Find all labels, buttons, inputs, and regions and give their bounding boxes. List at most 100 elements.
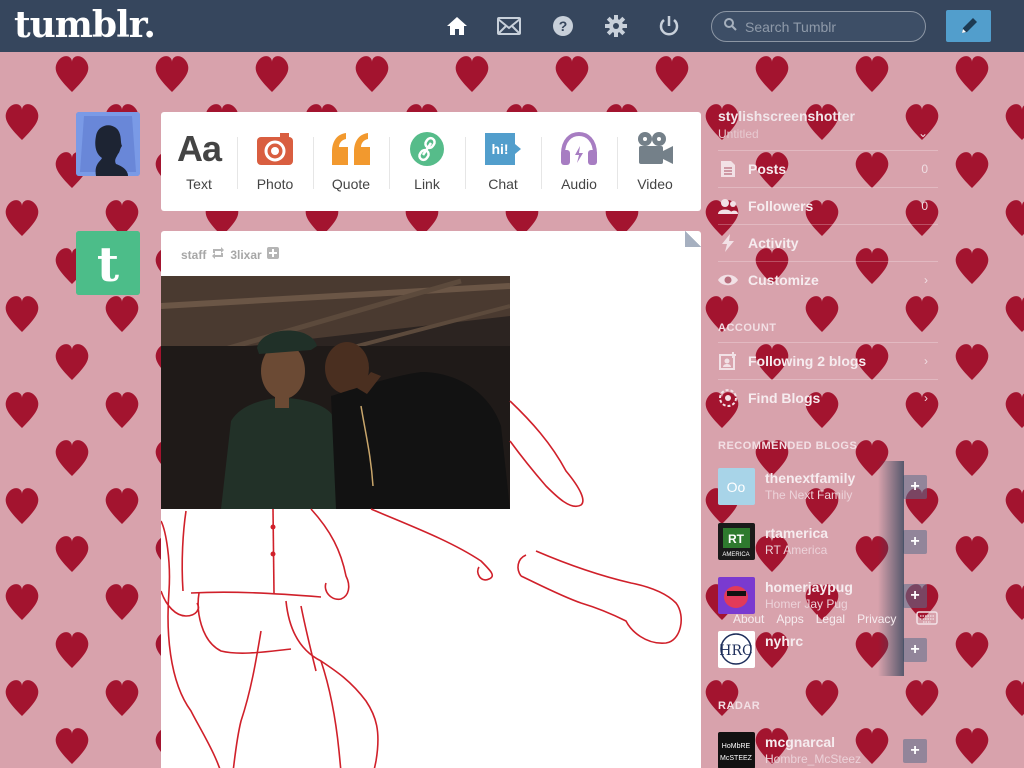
blog-avatar: HRC [718, 631, 755, 668]
tumblr-staff-avatar[interactable]: t [76, 231, 140, 295]
post-type-photo[interactable]: Photo [237, 112, 313, 211]
footer-link-apps[interactable]: Apps [776, 612, 803, 626]
footer-link-about[interactable]: About [733, 612, 764, 626]
follow-button[interactable]: + [903, 475, 927, 499]
radar-heading: RADAR [718, 700, 761, 712]
sidebar-item-label: Customize [748, 272, 819, 288]
chevron-down-icon[interactable]: ⌄ [918, 126, 928, 140]
blog-avatar: RT AMERICA [718, 523, 755, 560]
quote-icon [330, 130, 372, 168]
recommended-heading: RECOMMENDED BLOGS [718, 440, 858, 452]
blog-name: stylishscreenshotter [718, 108, 855, 124]
keyboard-icon[interactable] [916, 611, 938, 630]
radar-blog[interactable]: HoMbRE McSTEEZ mcgnarcal Hombre_McSteez + [718, 732, 938, 768]
sidebar-scrollbar[interactable] [878, 461, 904, 676]
sidebar-item-customize[interactable]: Customize › [718, 261, 938, 298]
post-type-link[interactable]: Link [389, 112, 465, 211]
post-type-label: Audio [561, 176, 597, 192]
help-icon[interactable]: ? [551, 14, 575, 38]
posts-icon [718, 159, 738, 179]
footer-link-privacy[interactable]: Privacy [857, 612, 896, 626]
eye-icon [718, 270, 738, 290]
follow-button[interactable]: + [903, 739, 927, 763]
power-icon[interactable] [657, 14, 681, 38]
post-type-label: Photo [256, 176, 294, 192]
sidebar-item-followers[interactable]: Followers 0 [718, 187, 938, 224]
chevron-right-icon: › [924, 354, 928, 368]
home-icon[interactable] [445, 14, 469, 38]
followers-icon [718, 196, 738, 216]
sidebar-item-label: Posts [748, 161, 787, 177]
chat-icon: hi! [483, 130, 523, 168]
top-header: tumblr. ? [0, 0, 1024, 52]
sidebar-footer: About Apps Legal Privacy [733, 612, 896, 626]
post-type-video[interactable]: Video [617, 112, 693, 211]
blog-title: Untitled [718, 127, 759, 141]
post-type-label: Link [414, 176, 440, 192]
sidebar-item-activity[interactable]: Activity [718, 224, 938, 261]
link-icon [409, 130, 445, 168]
sidebar-item-label: Activity [748, 235, 799, 251]
sidebar-item-posts[interactable]: Posts 0 [718, 150, 938, 187]
post-type-label: Text [186, 176, 212, 192]
follow-button[interactable]: + [903, 638, 927, 662]
chevron-right-icon: › [924, 273, 928, 287]
blog-name: nyhrc [765, 633, 804, 649]
follow-button[interactable]: + [903, 584, 927, 608]
svg-text:t: t [97, 237, 119, 293]
sidebar-item-label: Find Blogs [748, 390, 821, 406]
svg-text:McSTEEZ: McSTEEZ [720, 755, 753, 762]
svg-text:?: ? [559, 18, 568, 34]
post-type-label: Video [637, 176, 673, 192]
sidebar-item-label: Followers [748, 198, 814, 214]
blog-name: mcgnarcal [765, 734, 836, 750]
blog-name: rtamerica [765, 525, 829, 541]
sidebar-item-label: Following 2 blogs [748, 353, 867, 369]
chevron-right-icon: › [924, 391, 928, 405]
blog-name: thenextfamily [765, 470, 856, 486]
headphones-icon [559, 130, 599, 168]
recommended-blog[interactable]: HRC nyhrc + [718, 631, 938, 685]
sidebar-item-count: 0 [921, 199, 928, 213]
search-box[interactable] [711, 11, 926, 42]
sidebar-item-following[interactable]: Following 2 blogs › [718, 342, 938, 379]
compass-icon [718, 388, 738, 408]
dashboard-post: staff 3lixar [161, 231, 701, 768]
blog-title: Hombre_McSteez [765, 752, 862, 766]
post-type-quote[interactable]: Quote [313, 112, 389, 211]
video-camera-icon [635, 130, 675, 168]
blog-avatar: HoMbRE McSTEEZ [718, 732, 755, 768]
mail-icon[interactable] [497, 14, 521, 38]
follow-button[interactable]: + [903, 530, 927, 554]
post-type-label: Quote [331, 176, 371, 192]
post-type-text[interactable]: Aa Text [161, 112, 237, 211]
blog-name: homerjaypug [765, 579, 853, 595]
search-input[interactable] [745, 18, 915, 35]
gear-icon[interactable] [604, 14, 628, 38]
post-doodle-drawing [161, 400, 682, 768]
sidebar-blog-header[interactable]: stylishscreenshotter Untitled ⌄ [718, 108, 938, 141]
post-type-chat[interactable]: hi! Chat [465, 112, 541, 211]
recommended-blog[interactable]: Oo thenextfamily The Next Family + [718, 468, 938, 522]
svg-text:hi!: hi! [491, 141, 508, 157]
sidebar-item-find-blogs[interactable]: Find Blogs › [718, 379, 938, 416]
post-type-label: Chat [488, 176, 518, 192]
post-type-bar: Aa Text Photo Quote Link hi! Chat Audio [161, 112, 701, 211]
blog-title: The Next Family [765, 488, 853, 502]
post-type-audio[interactable]: Audio [541, 112, 617, 211]
pencil-icon [961, 18, 977, 33]
blog-avatar [718, 577, 755, 614]
tumblr-logo[interactable]: tumblr. [14, 4, 156, 46]
user-avatar[interactable] [76, 112, 140, 176]
svg-text:RT: RT [728, 532, 745, 546]
footer-link-legal[interactable]: Legal [816, 612, 845, 626]
search-icon [724, 17, 737, 36]
svg-text:HoMbRE: HoMbRE [722, 743, 751, 750]
svg-text:Oo: Oo [727, 479, 746, 495]
following-icon [718, 351, 738, 371]
text-icon: Aa [176, 128, 222, 169]
lightning-icon [718, 233, 738, 253]
blog-avatar: Oo [718, 468, 755, 505]
compose-button[interactable] [946, 10, 991, 42]
recommended-blog[interactable]: RT AMERICA rtamerica RT America + [718, 523, 938, 577]
